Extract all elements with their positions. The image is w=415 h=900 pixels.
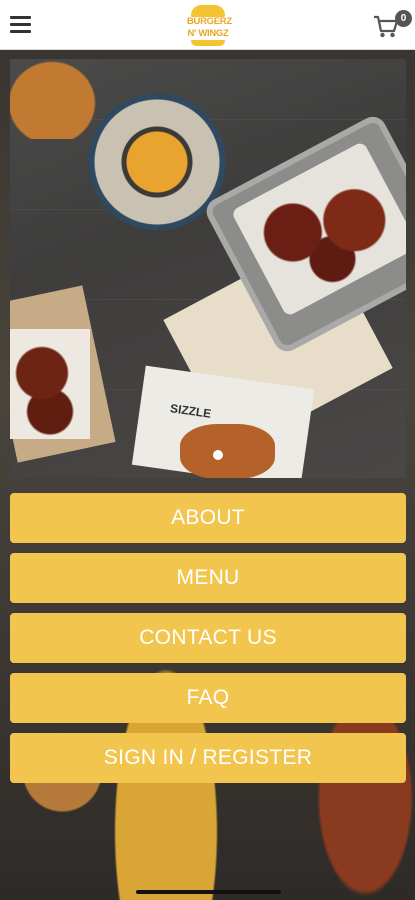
- slider-dot-indicator[interactable]: [213, 450, 223, 460]
- logo-text-line1: BURGERZ: [187, 16, 232, 27]
- takeaway-food-image: [10, 329, 90, 439]
- logo-bun-bottom: [191, 40, 225, 46]
- app-header: BURGERZ N' WINGZ 0: [0, 0, 415, 50]
- sign-in-register-button[interactable]: SIGN IN / REGISTER: [10, 733, 406, 783]
- faq-button[interactable]: FAQ: [10, 673, 406, 723]
- brand-logo[interactable]: BURGERZ N' WINGZ: [187, 5, 232, 47]
- hero-image-slider[interactable]: SIZZLE: [10, 59, 406, 478]
- cart-button[interactable]: 0: [373, 10, 413, 44]
- logo-text-line2: N' WINGZ: [187, 28, 229, 39]
- fried-chicken-image: [180, 424, 275, 478]
- about-button[interactable]: ABOUT: [10, 493, 406, 543]
- cart-count-badge: 0: [395, 10, 412, 27]
- sauce-bowl-image: [88, 93, 226, 231]
- burger-image: [10, 59, 98, 139]
- home-indicator[interactable]: [136, 890, 281, 894]
- hamburger-menu-icon[interactable]: [10, 16, 31, 34]
- contact-us-button[interactable]: CONTACT US: [10, 613, 406, 663]
- menu-button[interactable]: MENU: [10, 553, 406, 603]
